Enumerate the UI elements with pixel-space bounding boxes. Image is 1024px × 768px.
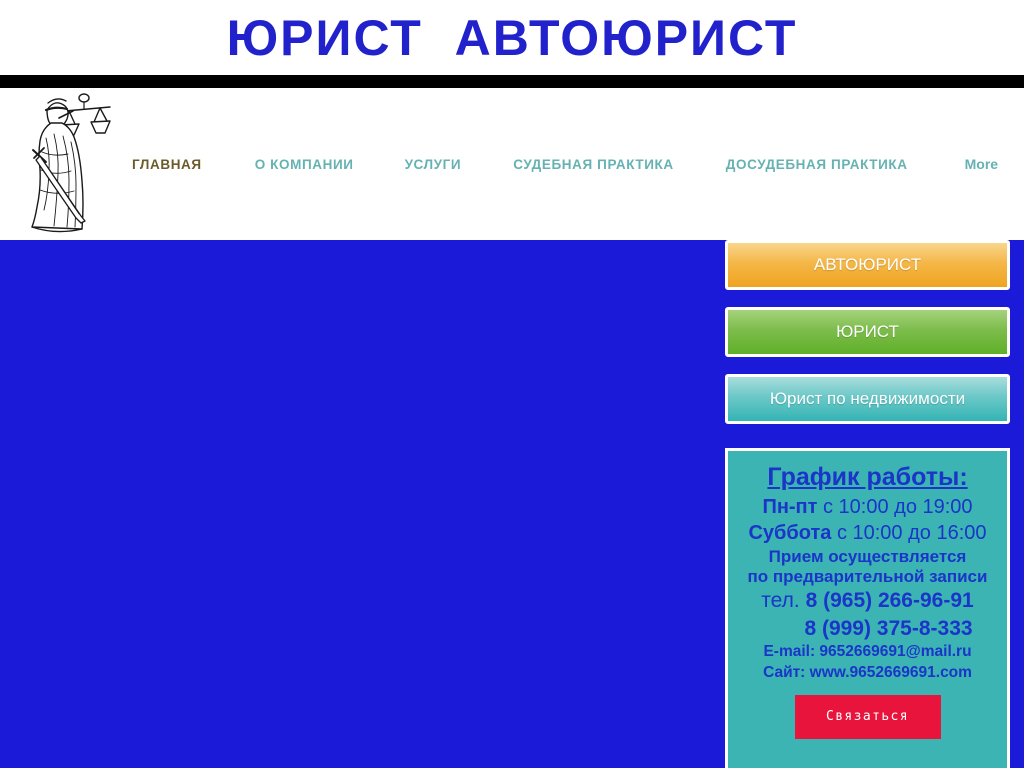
phone-number-1[interactable]: 8 (965) 266-96-91 <box>806 589 974 612</box>
site-banner: ЮРИСТ АВТОЮРИСТ <box>0 0 1024 75</box>
sidebar: АВТОЮРИСТ ЮРИСТ Юрист по недвижимости <box>725 240 1010 441</box>
sidebar-button-yurist-po-nedvizhimosti[interactable]: Юрист по недвижимости <box>725 374 1010 424</box>
contact-button[interactable]: Связаться <box>794 694 941 739</box>
phone-number-2[interactable]: 8 (999) 375-8-333 <box>804 617 972 640</box>
lady-justice-icon <box>24 90 120 238</box>
saturday-hours-line: Суббота с 10:00 до 16:00 <box>734 520 1001 546</box>
nav-item-more[interactable]: More <box>963 152 1000 176</box>
sidebar-button-avtoyurist[interactable]: АВТОЮРИСТ <box>725 240 1010 290</box>
phone-line-secondary: 8 (999) 375-8-333 <box>734 615 1001 642</box>
appointment-note-line-1: Прием осуществляется <box>768 546 967 566</box>
appointment-note-line-2: по предварительной записи <box>747 566 988 586</box>
weekday-hours-line: Пн-пт с 10:00 до 19:00 <box>734 494 1001 520</box>
weekday-hours: с 10:00 до 19:00 <box>817 495 973 518</box>
sidebar-button-yurist[interactable]: ЮРИСТ <box>725 307 1010 357</box>
email-line[interactable]: E-mail: 9652669691@mail.ru <box>734 642 1001 663</box>
weekday-label: Пн-пт <box>762 495 818 518</box>
nav-item-sudebnaya-praktika[interactable]: СУДЕБНАЯ ПРАКТИКА <box>511 153 676 176</box>
nav-item-o-kompanii[interactable]: О КОМПАНИИ <box>253 153 356 176</box>
panel-heading: График работы: <box>767 463 968 491</box>
nav-item-glavnaya[interactable]: ГЛАВНАЯ <box>130 153 204 176</box>
page-title: ЮРИСТ АВТОЮРИСТ <box>226 9 798 66</box>
saturday-hours: с 10:00 до 16:00 <box>831 522 987 545</box>
nav-item-dosudebnaya-praktika[interactable]: ДОСУДЕБНАЯ ПРАКТИКА <box>724 153 910 176</box>
website-line[interactable]: Сайт: www.9652669691.com <box>734 663 1001 684</box>
site-header: ГЛАВНАЯ О КОМПАНИИ УСЛУГИ СУДЕБНАЯ ПРАКТ… <box>0 88 1024 240</box>
saturday-label: Суббота <box>748 522 832 545</box>
main-navigation: ГЛАВНАЯ О КОМПАНИИ УСЛУГИ СУДЕБНАЯ ПРАКТ… <box>130 88 1024 240</box>
working-hours-panel: График работы: Пн-пт с 10:00 до 19:00 Су… <box>725 448 1010 768</box>
nav-item-uslugi[interactable]: УСЛУГИ <box>403 153 464 176</box>
phone-prefix-label: тел. <box>761 589 806 613</box>
banner-divider <box>0 75 1024 88</box>
page-root: ЮРИСТ АВТОЮРИСТ ГЛАВНАЯ О КОМПАНИИ УСЛУГ… <box>0 0 1024 768</box>
phone-line-primary: тел. 8 (965) 266-96-91 <box>734 587 1001 614</box>
